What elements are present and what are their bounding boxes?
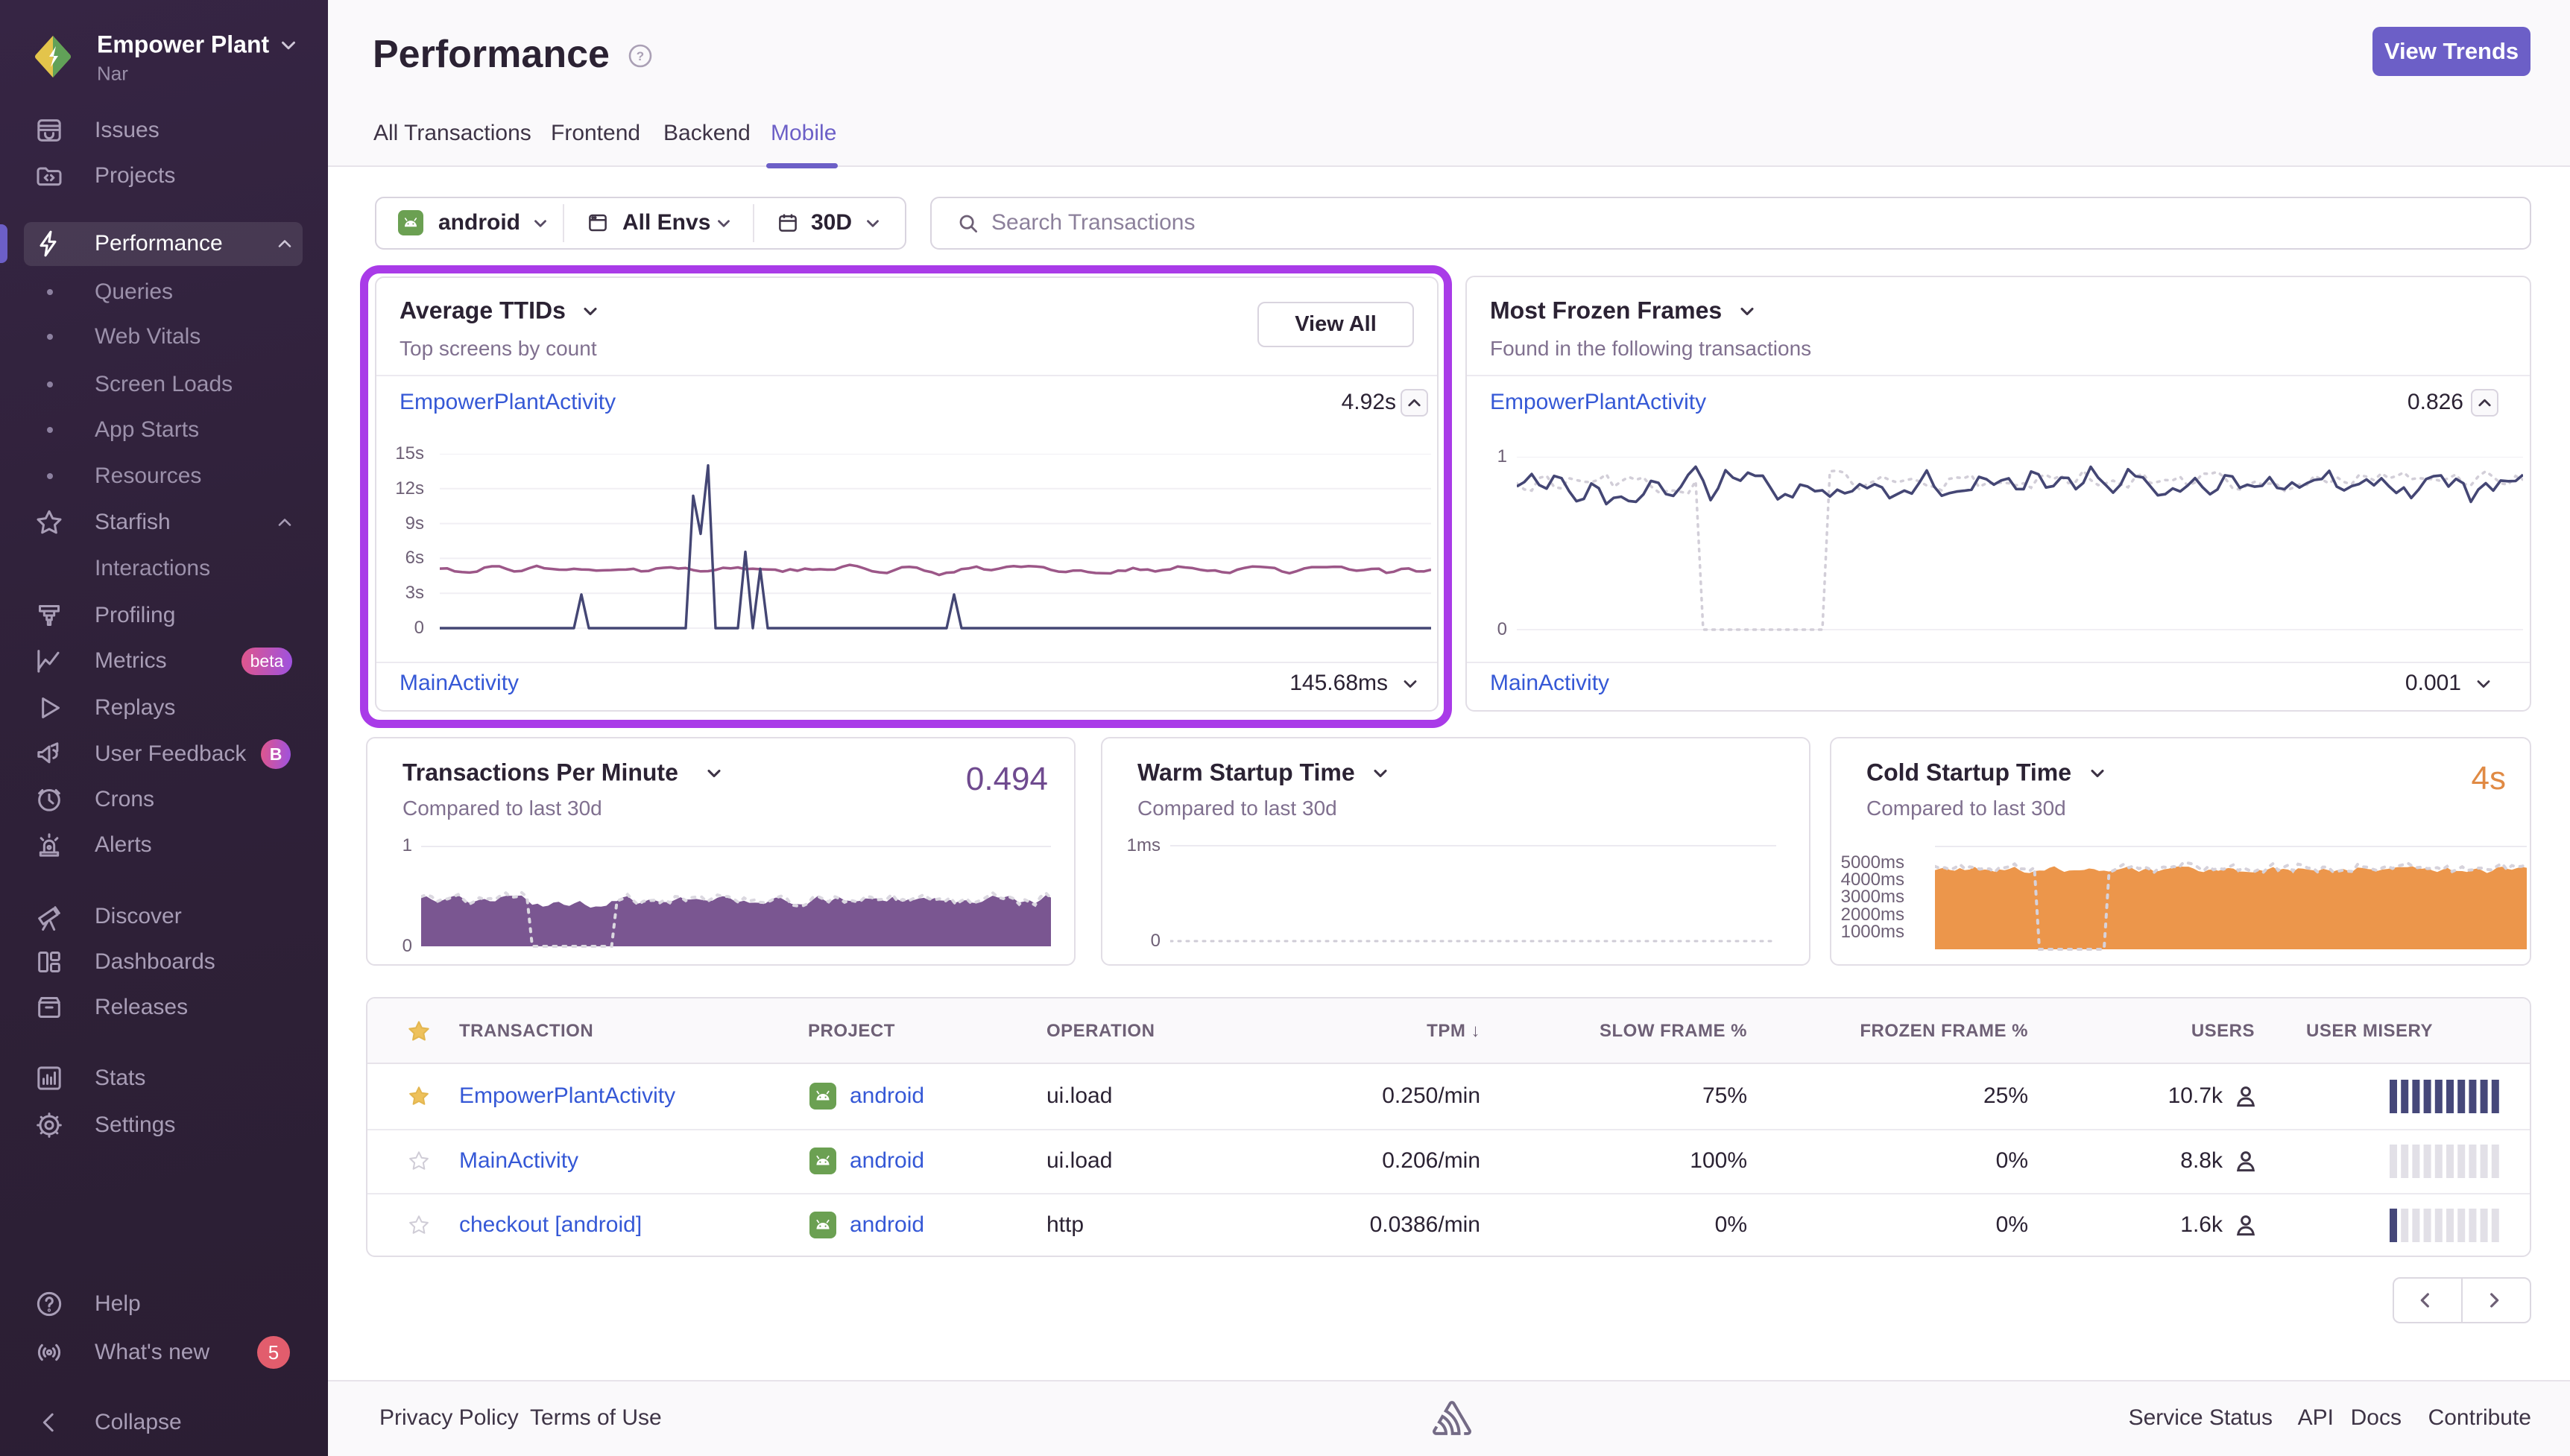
- svg-text:?: ?: [637, 49, 644, 63]
